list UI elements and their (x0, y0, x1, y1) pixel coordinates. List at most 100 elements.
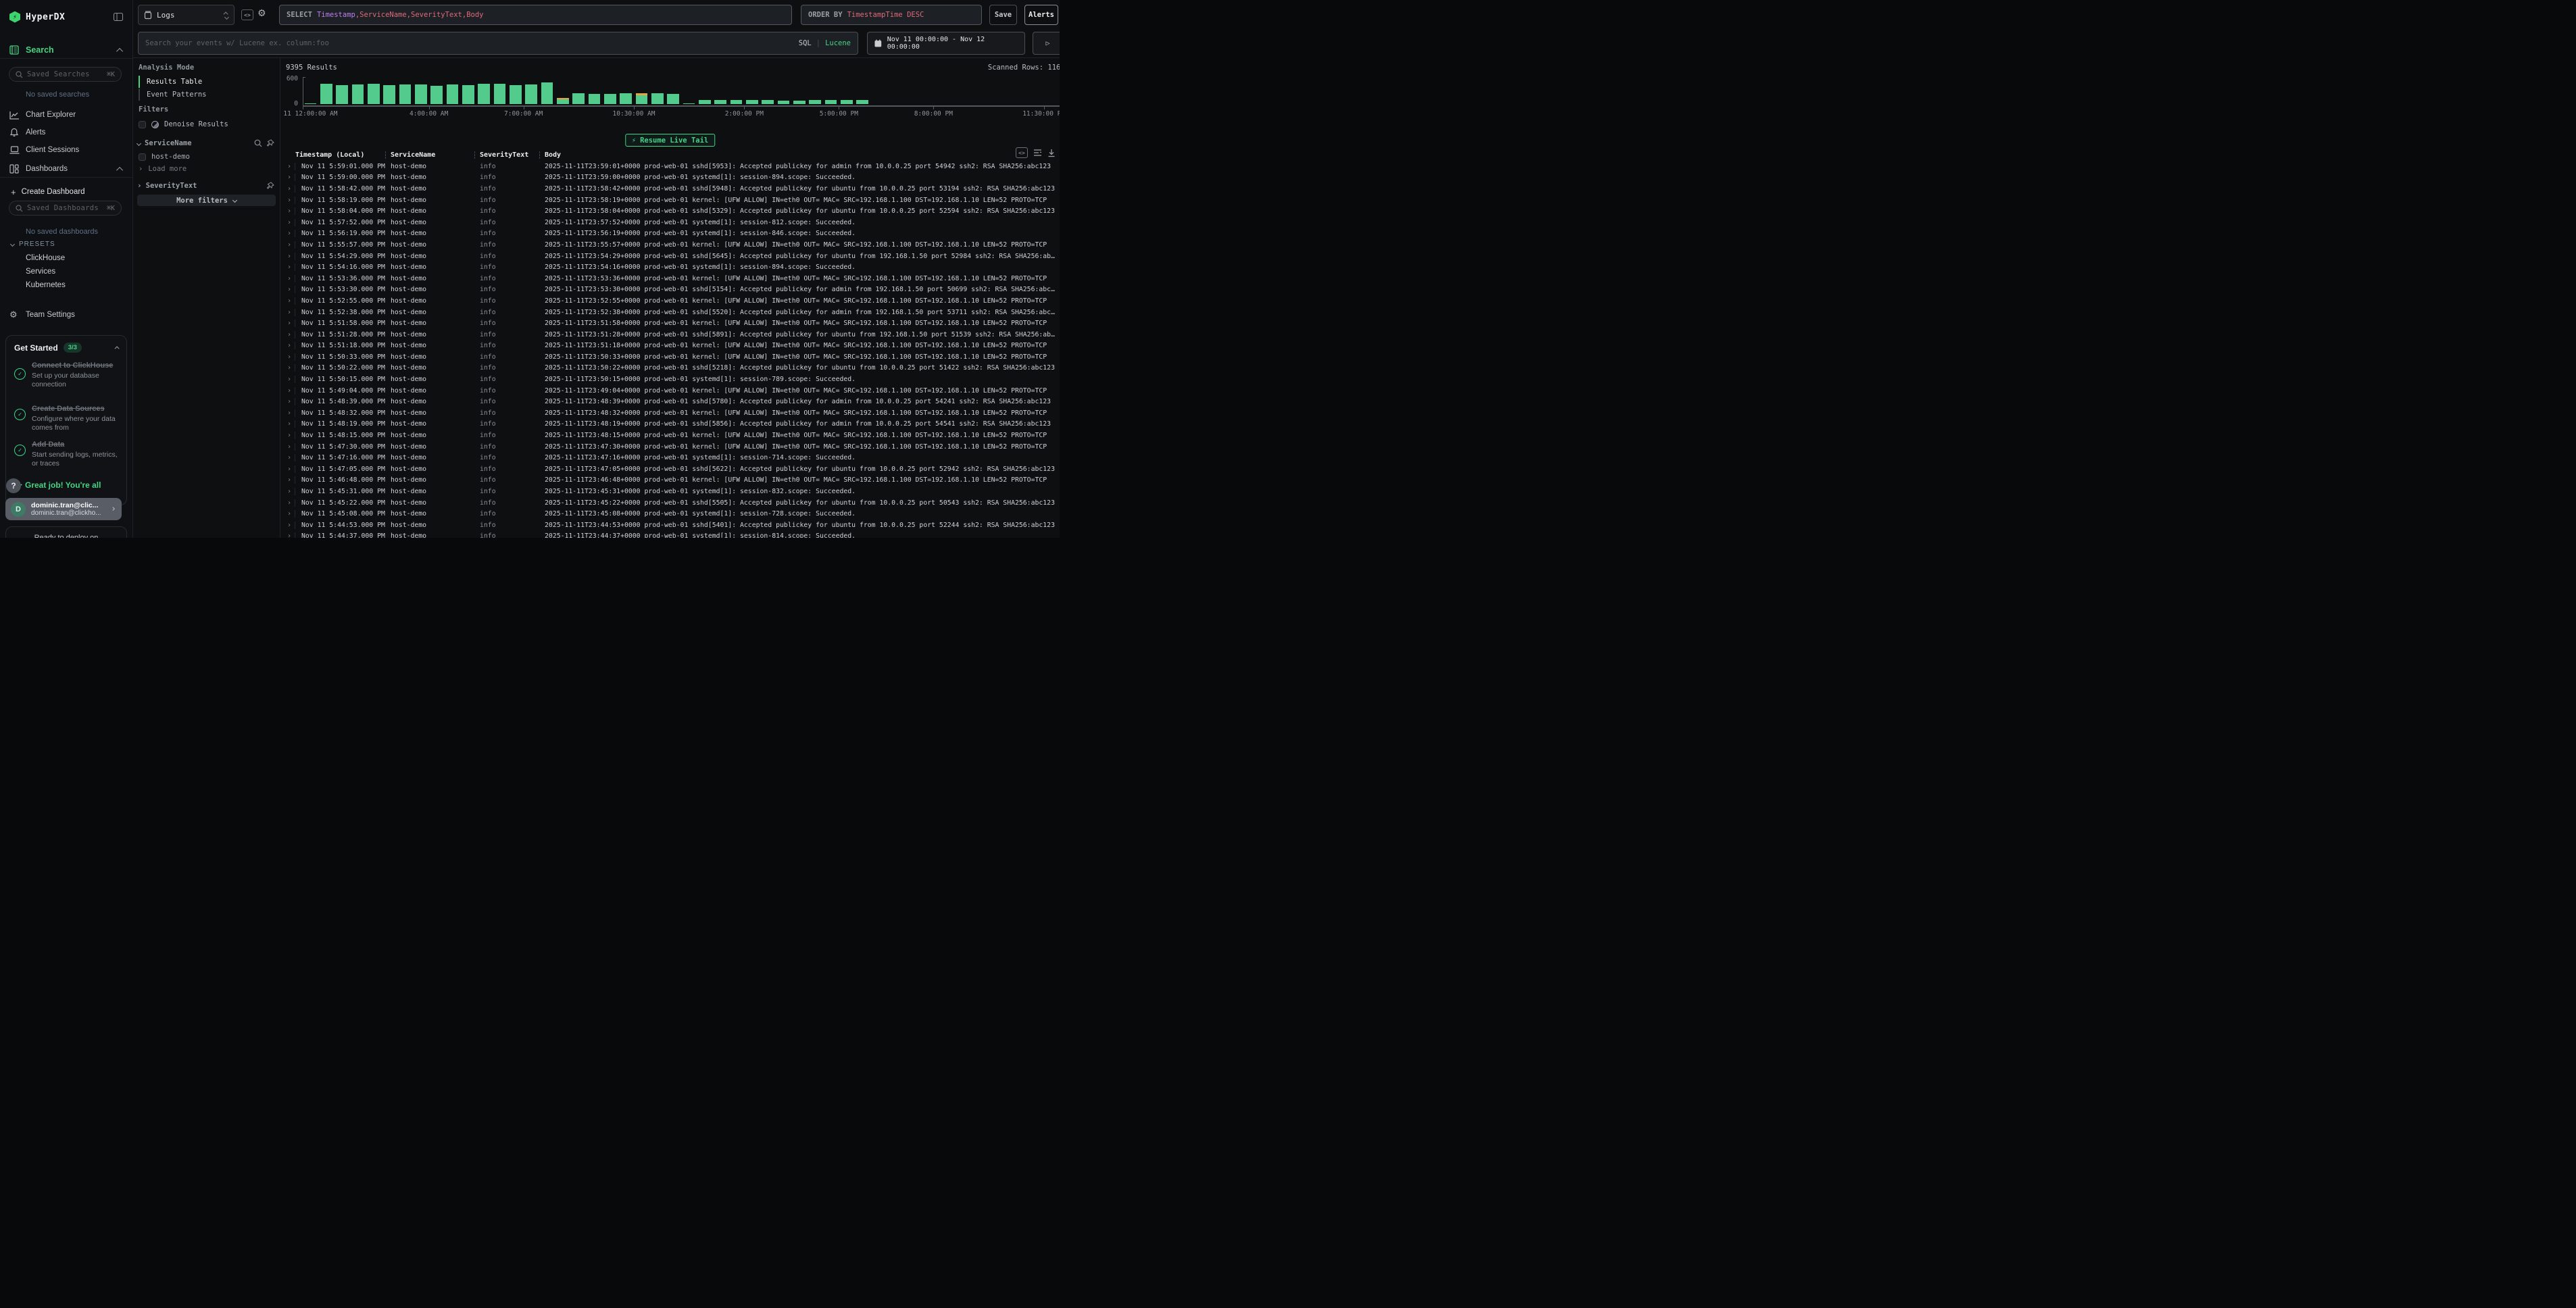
collapse-sidebar-icon[interactable] (114, 13, 123, 21)
column-header-body[interactable]: Body (539, 151, 1060, 159)
row-expand-icon[interactable]: › (287, 219, 295, 226)
row-expand-icon[interactable]: › (287, 163, 295, 170)
sql-mode-toggle[interactable]: SQL (799, 39, 812, 47)
table-row[interactable]: ›Nov 11 5:52:55.000 PMhost-demoinfo2025-… (280, 295, 1060, 307)
table-row[interactable]: ›Nov 11 5:52:38.000 PMhost-demoinfo2025-… (280, 307, 1060, 318)
row-expand-icon[interactable]: › (287, 432, 295, 439)
table-row[interactable]: ›Nov 11 5:44:53.000 PMhost-demoinfo2025-… (280, 520, 1060, 531)
histogram-bar[interactable] (368, 84, 380, 104)
chevron-up-icon[interactable] (115, 346, 120, 351)
table-row[interactable]: ›Nov 11 5:59:00.000 PMhost-demoinfo2025-… (280, 172, 1060, 184)
histogram-bar[interactable] (793, 101, 806, 104)
search-icon[interactable] (254, 139, 262, 147)
row-expand-icon[interactable]: › (287, 263, 295, 271)
create-dashboard-button[interactable]: + Create Dashboard (0, 185, 132, 199)
table-row[interactable]: ›Nov 11 5:50:22.000 PMhost-demoinfo2025-… (280, 363, 1060, 374)
resume-live-tail-button[interactable]: ⚡ Resume Live Tail (625, 134, 715, 147)
row-expand-icon[interactable]: › (287, 197, 295, 204)
histogram-bar[interactable] (746, 100, 758, 104)
table-row[interactable]: ›Nov 11 5:45:22.000 PMhost-demoinfo2025-… (280, 497, 1060, 509)
table-row[interactable]: ›Nov 11 5:54:29.000 PMhost-demoinfo2025-… (280, 251, 1060, 262)
table-row[interactable]: ›Nov 11 5:48:19.000 PMhost-demoinfo2025-… (280, 419, 1060, 430)
column-settings-icon[interactable] (1033, 149, 1042, 157)
row-expand-icon[interactable]: › (287, 409, 295, 417)
row-expand-icon[interactable]: › (287, 342, 295, 349)
run-query-button[interactable]: ▷ (1033, 32, 1060, 55)
table-row[interactable]: ›Nov 11 5:47:16.000 PMhost-demoinfo2025-… (280, 452, 1060, 463)
table-row[interactable]: ›Nov 11 5:56:19.000 PMhost-demoinfo2025-… (280, 228, 1060, 240)
histogram-bar[interactable] (589, 94, 601, 104)
table-row[interactable]: ›Nov 11 5:50:15.000 PMhost-demoinfo2025-… (280, 374, 1060, 385)
sidebar-item-search[interactable]: Search (0, 43, 132, 57)
row-expand-icon[interactable]: › (287, 387, 295, 395)
histogram-bar[interactable] (667, 94, 679, 104)
row-expand-icon[interactable]: › (287, 309, 295, 316)
histogram-bar[interactable] (809, 100, 821, 104)
histogram-bar[interactable] (762, 100, 774, 104)
filter-group-severitytext[interactable]: › SeverityText (137, 181, 274, 190)
table-row[interactable]: ›Nov 11 5:48:15.000 PMhost-demoinfo2025-… (280, 430, 1060, 441)
histogram-bar[interactable] (478, 84, 490, 104)
row-expand-icon[interactable]: › (287, 476, 295, 484)
help-button[interactable]: ? (6, 478, 21, 493)
mode-event-patterns[interactable]: Event Patterns (139, 89, 274, 101)
histogram-bar[interactable] (430, 86, 443, 104)
row-expand-icon[interactable]: › (287, 185, 295, 193)
user-menu[interactable]: D dominic.tran@clic... dominic.tran@clic… (5, 498, 122, 520)
sidebar-item-client-sessions[interactable]: Client Sessions (0, 143, 132, 157)
load-more-button[interactable]: › Load more (139, 165, 187, 173)
select-clause-input[interactable]: SELECT Timestamp,ServiceName,SeverityTex… (279, 5, 792, 25)
filter-value-host-demo[interactable]: host-demo (139, 153, 190, 161)
search-input[interactable] (145, 39, 799, 47)
order-by-input[interactable]: ORDER BY TimestampTime DESC (801, 5, 982, 25)
histogram-bar[interactable] (778, 101, 790, 104)
column-header-timestamp[interactable]: Timestamp (Local) (295, 151, 385, 159)
table-row[interactable]: ›Nov 11 5:50:33.000 PMhost-demoinfo2025-… (280, 351, 1060, 363)
denoise-results-option[interactable]: Denoise Results (139, 120, 228, 128)
code-view-icon[interactable]: <> (241, 9, 253, 20)
more-filters-button[interactable]: More filters (137, 195, 276, 206)
histogram-bar[interactable] (636, 93, 648, 104)
lucene-mode-toggle[interactable]: Lucene (825, 39, 851, 47)
histogram-bar[interactable] (510, 85, 522, 105)
row-expand-icon[interactable]: › (287, 320, 295, 327)
histogram-bar[interactable] (841, 100, 853, 104)
histogram-bar[interactable] (604, 94, 616, 104)
table-row[interactable]: ›Nov 11 5:55:57.000 PMhost-demoinfo2025-… (280, 239, 1060, 251)
column-header-servicename[interactable]: ServiceName (385, 151, 474, 159)
row-expand-icon[interactable]: › (287, 398, 295, 405)
row-expand-icon[interactable]: › (287, 207, 295, 215)
table-row[interactable]: ›Nov 11 5:58:19.000 PMhost-demoinfo2025-… (280, 195, 1060, 206)
table-row[interactable]: ›Nov 11 5:48:32.000 PMhost-demoinfo2025-… (280, 407, 1060, 419)
histogram-bar[interactable] (825, 100, 837, 104)
histogram-bar[interactable] (651, 93, 664, 104)
pin-icon[interactable] (266, 182, 274, 190)
table-row[interactable]: ›Nov 11 5:58:04.000 PMhost-demoinfo2025-… (280, 205, 1060, 217)
checklist-item-add-data[interactable]: ✓ Add Data Start sending logs, metrics, … (14, 441, 121, 468)
host-demo-checkbox[interactable] (139, 153, 146, 161)
column-header-severitytext[interactable]: SeverityText (474, 151, 539, 159)
row-expand-icon[interactable]: › (287, 353, 295, 361)
table-row[interactable]: ›Nov 11 5:47:05.000 PMhost-demoinfo2025-… (280, 463, 1060, 475)
row-expand-icon[interactable]: › (287, 364, 295, 372)
histogram-bar[interactable] (447, 84, 459, 104)
sidebar-item-team-settings[interactable]: ⚙ Team Settings (0, 308, 132, 322)
filter-group-servicename[interactable]: ServiceName (137, 139, 274, 147)
table-row[interactable]: ›Nov 11 5:45:31.000 PMhost-demoinfo2025-… (280, 486, 1060, 497)
save-button[interactable]: Save (989, 5, 1017, 25)
checklist-item-connect[interactable]: ✓ Connect to ClickHouse Set up your data… (14, 361, 121, 389)
histogram-bar[interactable] (352, 84, 364, 104)
histogram-bar[interactable] (305, 103, 317, 105)
preset-services[interactable]: Services (26, 268, 132, 276)
row-expand-icon[interactable]: › (287, 488, 295, 495)
table-row[interactable]: ›Nov 11 5:51:28.000 PMhost-demoinfo2025-… (280, 329, 1060, 341)
histogram-bar[interactable] (541, 82, 553, 104)
row-expand-icon[interactable]: › (287, 454, 295, 461)
chevron-up-icon[interactable] (116, 47, 123, 54)
histogram-bar[interactable] (572, 93, 585, 104)
row-expand-icon[interactable]: › (287, 174, 295, 181)
pin-icon[interactable] (266, 139, 274, 147)
code-view-icon[interactable]: <> (1016, 147, 1028, 158)
table-row[interactable]: ›Nov 11 5:44:37.000 PMhost-demoinfo2025-… (280, 531, 1060, 538)
preset-clickhouse[interactable]: ClickHouse (26, 254, 132, 262)
